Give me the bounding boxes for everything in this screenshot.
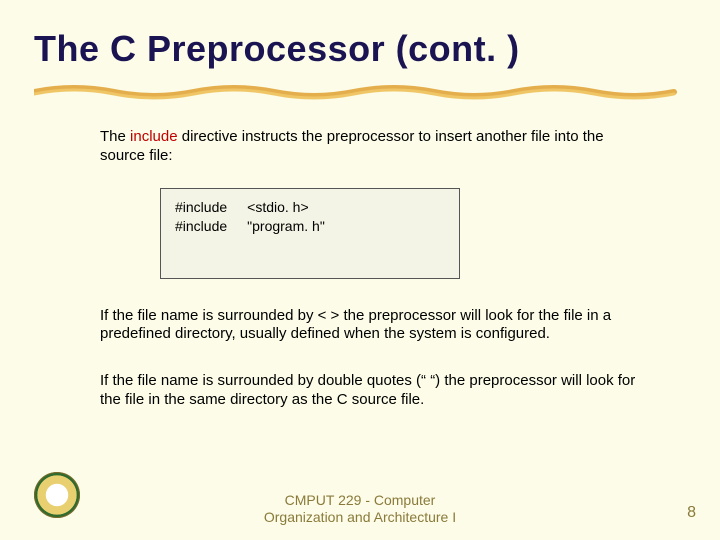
code-arg: <stdio. h> [247,199,345,219]
footer-line-2: Organization and Architecture I [264,509,456,525]
footer-line-1: CMPUT 229 - Computer [285,492,436,508]
code-directive: #include [175,199,247,219]
paragraph-angle-brackets: If the file name is surrounded by < > th… [100,307,640,345]
slide-title: The C Preprocessor (cont. ) [0,0,720,70]
code-directive: #include [175,218,247,238]
intro-text: The include directive instructs the prep… [100,128,640,166]
code-table: #include <stdio. h> #include "program. h… [175,199,345,238]
footer-course-label: CMPUT 229 - Computer Organization and Ar… [0,492,720,526]
code-box: #include <stdio. h> #include "program. h… [160,188,460,279]
intro-prefix: The [100,128,130,145]
code-arg: "program. h" [247,218,345,238]
title-underline [34,82,684,102]
code-row: #include "program. h" [175,218,345,238]
intro-keyword: include [130,128,178,145]
code-row: #include <stdio. h> [175,199,345,219]
paragraph-double-quotes: If the file name is surrounded by double… [100,372,640,410]
slide-body: The include directive instructs the prep… [100,128,640,410]
page-number: 8 [687,504,696,522]
